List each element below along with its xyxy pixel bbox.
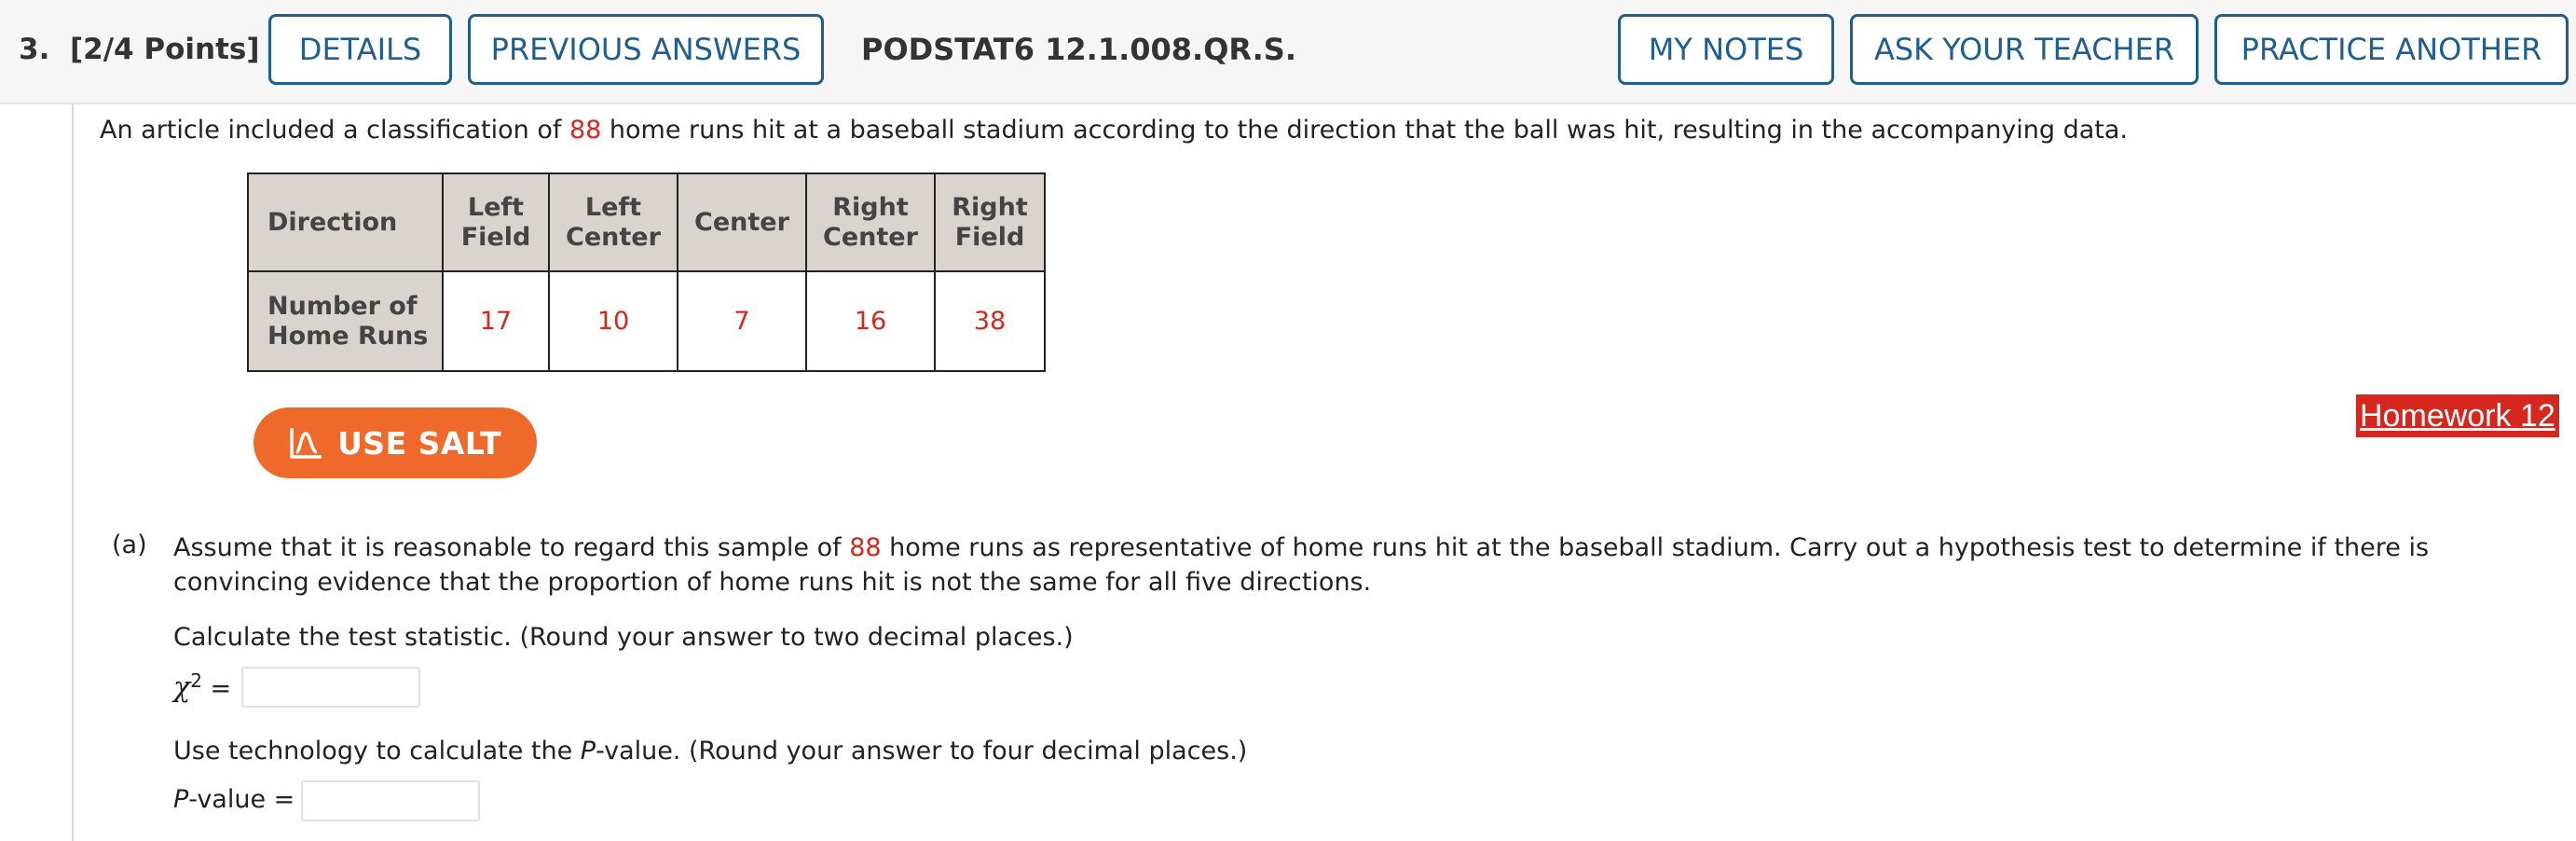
test-statistic-instruction: Calculate the test statistic. (Round you… xyxy=(173,623,1074,652)
chi-square-label: χ2 = xyxy=(173,669,231,704)
home-runs-table: Direction Left Field Left Center Center Ri… xyxy=(247,172,1046,372)
salt-chart-icon xyxy=(290,428,322,459)
value-left-center: 10 xyxy=(548,270,678,372)
question-header: 3. [2/4 Points] DETAILS PREVIOUS ANSWERS… xyxy=(0,0,2576,104)
home-runs-row-header: Number of Home Runs xyxy=(247,270,444,372)
intro-text-end: home runs hit at a baseball stadium acco… xyxy=(601,116,2129,145)
problem-intro: An article included a classification of … xyxy=(100,116,2128,145)
p-value-label: P-value = xyxy=(173,785,295,814)
value-center: 7 xyxy=(677,270,807,372)
homework-link[interactable]: Homework 12 xyxy=(2356,394,2559,437)
content-divider xyxy=(72,104,74,841)
chi-exponent: 2 xyxy=(190,669,202,692)
ask-your-teacher-button[interactable]: ASK YOUR TEACHER xyxy=(1850,14,2199,85)
direction-header: Direction xyxy=(247,172,444,272)
my-notes-button[interactable]: MY NOTES xyxy=(1618,14,1834,85)
chi-symbol: χ xyxy=(173,671,191,704)
practice-another-button[interactable]: PRACTICE ANOTHER xyxy=(2214,14,2569,85)
question-title: 3. [2/4 Points] xyxy=(19,0,260,103)
part-a-text-start: Assume that it is reasonable to regard t… xyxy=(173,533,850,562)
value-right-field: 38 xyxy=(934,270,1046,372)
part-a-prompt: Assume that it is reasonable to regard t… xyxy=(173,531,2522,600)
intro-text-start: An article included a classification of xyxy=(100,116,569,145)
chi-square-input[interactable] xyxy=(241,667,420,708)
intro-count: 88 xyxy=(569,116,602,145)
use-salt-button[interactable]: USE SALT xyxy=(253,407,537,478)
p-value-input[interactable] xyxy=(301,780,480,821)
col-left-center: Left Center xyxy=(548,172,678,272)
chi-equals: = xyxy=(210,674,232,703)
part-a-label: (a) xyxy=(112,531,147,559)
p-value-instruction: Use technology to calculate the P-value.… xyxy=(173,737,1248,765)
col-center: Center xyxy=(677,172,807,272)
question-points: [2/4 Points] xyxy=(69,33,260,66)
value-right-center: 16 xyxy=(805,270,936,372)
col-right-field: Right Field xyxy=(934,172,1046,272)
part-a-count: 88 xyxy=(849,533,882,562)
use-salt-label: USE SALT xyxy=(337,424,501,462)
details-button[interactable]: DETAILS xyxy=(268,14,452,85)
previous-answers-button[interactable]: PREVIOUS ANSWERS xyxy=(468,14,824,85)
col-left-field: Left Field xyxy=(442,172,550,272)
table-data-row: Number of Home Runs 17 10 7 16 38 xyxy=(247,270,1046,372)
table-header-row: Direction Left Field Left Center Center Ri… xyxy=(247,172,1046,272)
col-right-center: Right Center xyxy=(805,172,936,272)
question-number: 3. xyxy=(19,33,50,66)
value-left-field: 17 xyxy=(442,270,550,372)
problem-code: PODSTAT6 12.1.008.QR.S. xyxy=(861,32,1296,67)
